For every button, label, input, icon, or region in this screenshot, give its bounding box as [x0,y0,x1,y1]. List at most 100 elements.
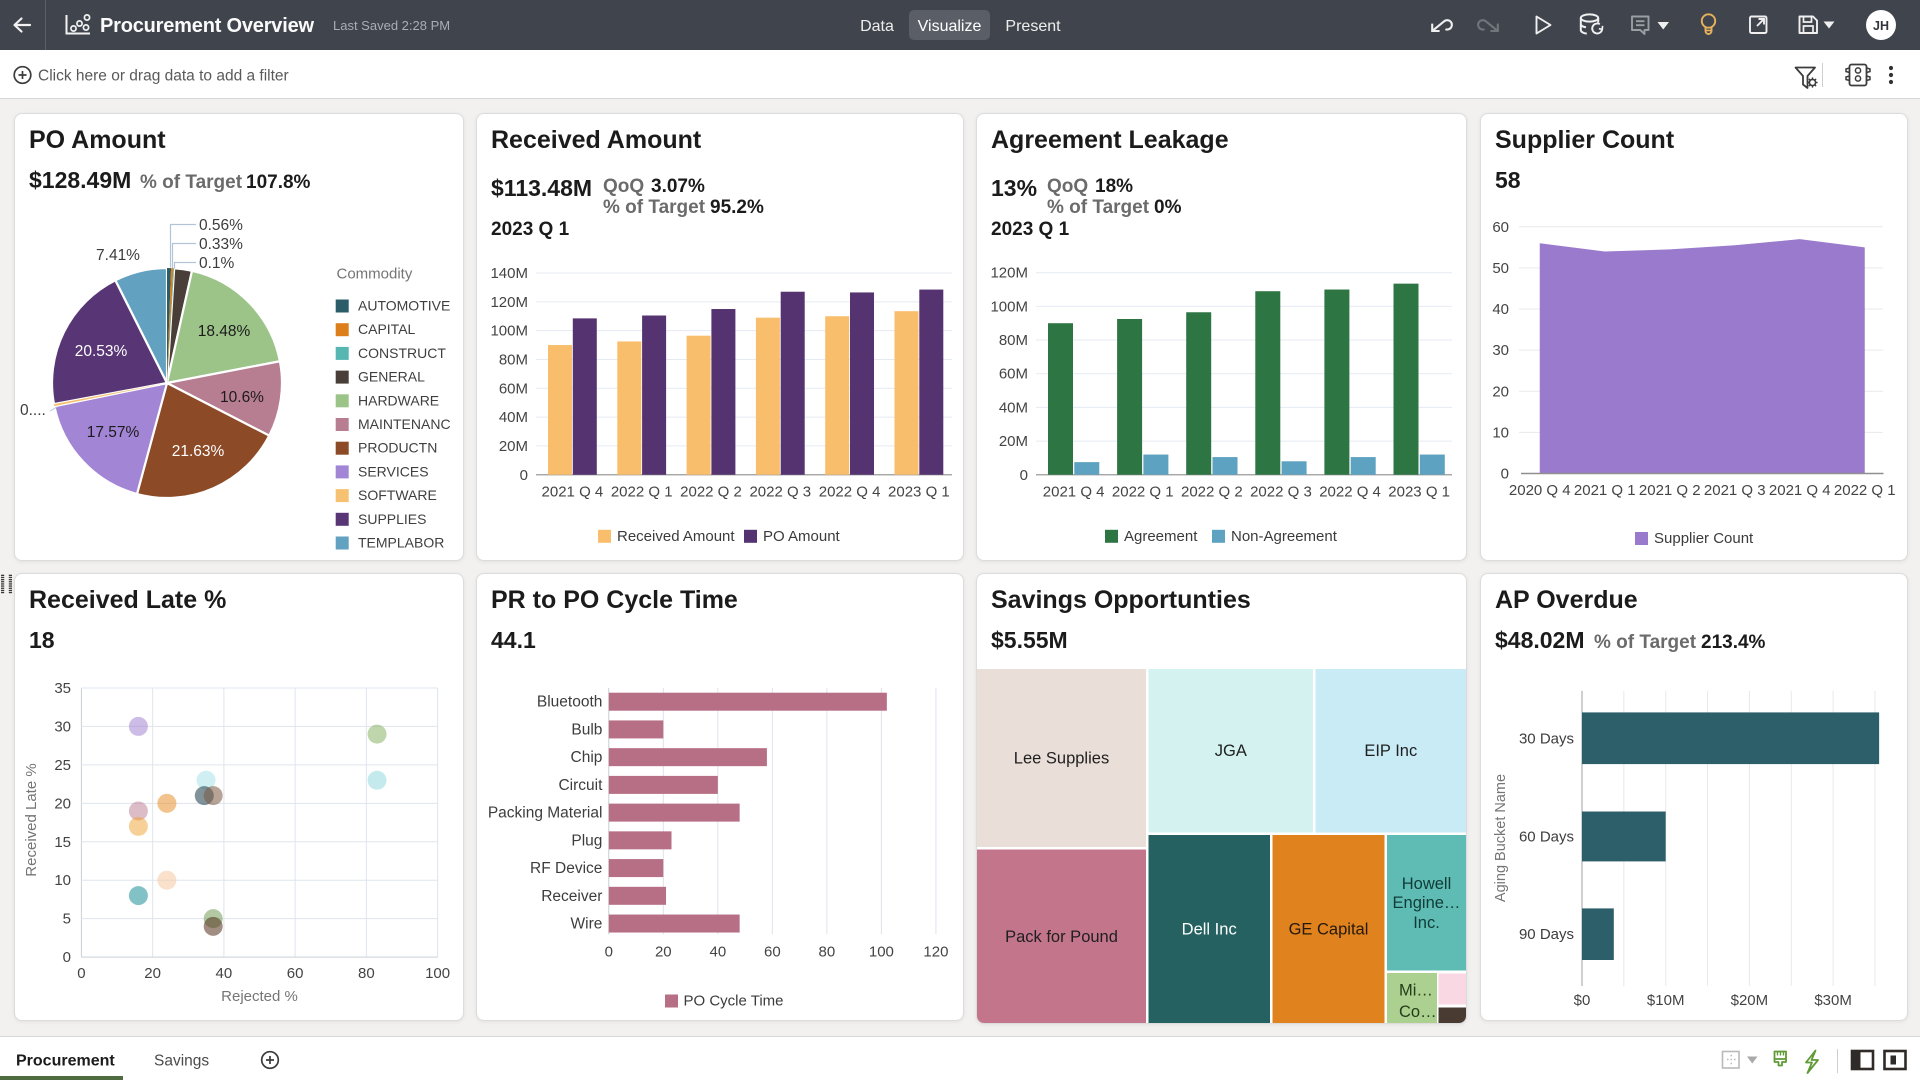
svg-text:2021 Q 4: 2021 Q 4 [1043,483,1105,500]
svg-text:40: 40 [216,965,233,982]
svg-text:20: 20 [54,795,71,812]
svg-text:JH: JH [1873,19,1889,33]
svg-text:Lee Supplies: Lee Supplies [1014,750,1109,768]
svg-text:0: 0 [520,467,528,484]
svg-text:60M: 60M [499,380,528,397]
svg-text:2022 Q 1: 2022 Q 1 [611,483,673,500]
svg-text:25: 25 [54,757,71,774]
svg-text:30: 30 [54,718,71,735]
svg-text:0: 0 [1020,467,1028,484]
svg-text:2022 Q 2: 2022 Q 2 [680,483,742,500]
svg-text:Mi…: Mi… [1399,982,1433,1000]
svg-text:20: 20 [1492,383,1509,400]
svg-text:MAINTENANC: MAINTENANC [358,416,451,432]
svg-text:Received Late %: Received Late % [23,763,40,876]
svg-text:213.4%: 213.4% [1701,632,1766,653]
svg-text:Supplier Count: Supplier Count [1495,126,1675,154]
svg-text:Savings Opportunties: Savings Opportunties [991,586,1251,614]
svg-text:SERVICES: SERVICES [358,463,429,479]
svg-text:3.07%: 3.07% [651,176,705,197]
svg-text:Agreement: Agreement [1124,528,1198,545]
svg-text:17.57%: 17.57% [87,424,140,441]
svg-text:2022 Q 4: 2022 Q 4 [1319,483,1381,500]
svg-text:90 Days: 90 Days [1519,926,1574,943]
svg-text:Received Late %: Received Late % [29,586,226,614]
svg-text:Bulb: Bulb [571,721,602,738]
svg-text:21.63%: 21.63% [172,443,225,460]
svg-text:Procurement: Procurement [16,1053,115,1070]
svg-text:120M: 120M [490,294,528,311]
svg-text:$30M: $30M [1814,992,1852,1009]
svg-text:50: 50 [1492,260,1509,277]
svg-text:$0: $0 [1574,992,1591,1009]
svg-text:10: 10 [54,872,71,889]
svg-text:2022 Q 2: 2022 Q 2 [1181,483,1243,500]
svg-text:Rejected %: Rejected % [221,988,298,1005]
svg-text:2021 Q 2: 2021 Q 2 [1639,482,1701,499]
svg-text:107.8%: 107.8% [246,172,311,193]
svg-text:% of Target: % of Target [140,172,243,193]
svg-text:20M: 20M [499,438,528,455]
svg-text:$128.49M: $128.49M [29,167,131,193]
svg-text:120M: 120M [990,265,1028,282]
svg-text:Click here or drag data to add: Click here or drag data to add a filter [38,68,289,85]
svg-text:95.2%: 95.2% [710,197,764,218]
svg-text:7.41%: 7.41% [96,247,140,264]
svg-text:0: 0 [77,965,85,982]
svg-text:2021 Q 1: 2021 Q 1 [1574,482,1636,499]
svg-text:Dell Inc: Dell Inc [1182,921,1237,939]
svg-text:13%: 13% [991,175,1037,201]
svg-text:0.33%: 0.33% [199,236,243,253]
svg-text:Procurement Overview: Procurement Overview [100,15,315,37]
svg-text:0: 0 [63,949,71,966]
svg-text:60: 60 [764,944,781,961]
svg-text:Data: Data [860,18,894,35]
svg-text:Howell: Howell [1402,875,1452,893]
svg-text:GE Capital: GE Capital [1289,921,1369,939]
svg-text:100M: 100M [990,298,1028,315]
svg-text:Engine…: Engine… [1393,894,1461,912]
svg-text:40: 40 [1492,301,1509,318]
svg-text:Supplier Count: Supplier Count [1654,530,1754,547]
svg-text:$48.02M: $48.02M [1495,627,1585,653]
svg-text:60: 60 [1492,219,1509,236]
svg-text:44.1: 44.1 [491,627,536,653]
svg-text:18.48%: 18.48% [198,323,251,340]
svg-text:0%: 0% [1154,197,1182,218]
svg-text:Non-Agreement: Non-Agreement [1231,528,1338,545]
svg-text:40M: 40M [999,399,1028,416]
svg-text:Chip: Chip [571,749,603,766]
svg-text:2022 Q 4: 2022 Q 4 [819,483,881,500]
svg-text:2020 Q 4: 2020 Q 4 [1509,482,1571,499]
svg-text:Wire: Wire [571,916,603,933]
svg-text:60M: 60M [999,366,1028,383]
svg-text:20M: 20M [999,433,1028,450]
svg-text:Receiver: Receiver [541,888,602,905]
svg-text:Packing Material: Packing Material [488,805,603,822]
svg-text:PO Amount: PO Amount [29,126,166,154]
svg-text:100: 100 [425,965,450,982]
svg-text:AUTOMOTIVE: AUTOMOTIVE [358,298,450,314]
svg-text:20: 20 [655,944,672,961]
svg-text:HARDWARE: HARDWARE [358,392,439,408]
svg-text:18: 18 [29,627,55,653]
svg-text:TEMPLABOR: TEMPLABOR [358,535,444,551]
svg-text:80M: 80M [999,332,1028,349]
svg-text:60 Days: 60 Days [1519,828,1574,845]
svg-text:$113.48M: $113.48M [491,175,592,201]
svg-text:2023 Q 1: 2023 Q 1 [991,219,1070,240]
svg-text:Visualize: Visualize [918,18,982,35]
svg-text:PR to PO Cycle Time: PR to PO Cycle Time [491,586,738,614]
svg-text:60: 60 [287,965,304,982]
svg-text:Plug: Plug [571,832,602,849]
svg-text:30 Days: 30 Days [1519,730,1574,747]
svg-text:Received Amount: Received Amount [491,126,702,154]
svg-text:Aging Bucket Name: Aging Bucket Name [1493,774,1509,902]
svg-text:GENERAL: GENERAL [358,369,425,385]
svg-text:40: 40 [709,944,726,961]
svg-text:2022 Q 3: 2022 Q 3 [749,483,811,500]
svg-text:140M: 140M [490,265,528,282]
svg-text:EIP Inc: EIP Inc [1364,742,1417,760]
svg-text:Received Amount: Received Amount [617,528,735,545]
svg-text:SOFTWARE: SOFTWARE [358,487,437,503]
